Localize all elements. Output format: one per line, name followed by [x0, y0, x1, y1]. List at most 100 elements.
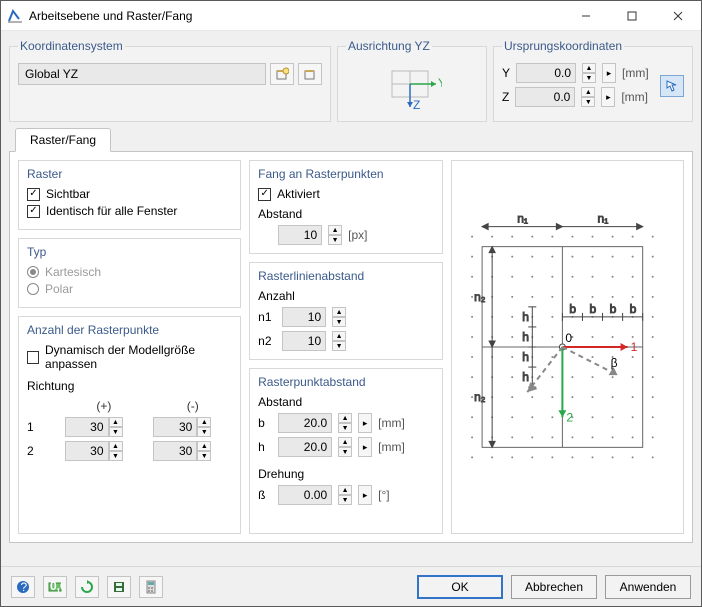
b-value[interactable]: [278, 413, 332, 433]
pick-origin-button[interactable]: [660, 75, 684, 97]
dir1-plus-value[interactable]: [65, 417, 109, 437]
origin-y-up[interactable]: ▲: [582, 63, 596, 73]
h-value[interactable]: [278, 437, 332, 457]
close-button[interactable]: [655, 1, 701, 31]
calculator-button[interactable]: [139, 576, 163, 598]
gridpoint-spacing-legend: Rasterpunktabstand: [258, 375, 434, 389]
svg-text:n₁: n₁: [598, 212, 609, 226]
origin-row-y: Y ▲▼ ▸ [mm]: [502, 63, 684, 83]
help-button[interactable]: ?: [11, 576, 35, 598]
snap-group: Fang an Rasterpunkten Aktiviert Abstand …: [249, 160, 443, 254]
origin-z-unit: [mm]: [621, 90, 648, 104]
ok-button[interactable]: OK: [417, 575, 503, 599]
apply-button[interactable]: Anwenden: [605, 575, 691, 599]
origin-y-step[interactable]: ▸: [602, 63, 616, 83]
origin-y-label: Y: [502, 66, 510, 80]
svg-text:n₂: n₂: [474, 290, 486, 304]
radio-icon: [27, 283, 39, 295]
maximize-button[interactable]: [609, 1, 655, 31]
coord-new-button[interactable]: [270, 63, 294, 85]
type-polar-radio: Polar: [27, 282, 232, 296]
save-button[interactable]: [107, 576, 131, 598]
coordinate-system-value[interactable]: [18, 63, 266, 85]
svg-text:h: h: [522, 350, 529, 364]
coordinate-system-legend: Koordinatensystem: [18, 39, 125, 53]
orientation-diagram: Y Z: [382, 63, 442, 113]
minimize-button[interactable]: [563, 1, 609, 31]
direction-minus-header: (-): [153, 399, 232, 413]
svg-text:b: b: [590, 302, 597, 316]
origin-z-up[interactable]: ▲: [581, 87, 595, 97]
origin-z-down[interactable]: ▼: [581, 97, 595, 107]
beta-label: ß: [258, 488, 272, 502]
svg-text:n₂: n₂: [474, 390, 486, 404]
tab-raster-fang[interactable]: Raster/Fang: [15, 128, 111, 152]
origin-legend: Ursprungskoordinaten: [502, 39, 624, 53]
origin-y-value[interactable]: [516, 63, 576, 83]
orientation-group: Ausrichtung YZ Y Z: [337, 39, 487, 122]
dir2-plus-value[interactable]: [65, 441, 109, 461]
origin-group: Ursprungskoordinaten Y ▲▼ ▸ [mm] Z ▲▼ ▸ …: [493, 39, 693, 122]
raster-group: Raster Sichtbar Identisch für alle Fenst…: [18, 160, 241, 230]
beta-unit: [°]: [378, 488, 389, 502]
raster-identical-checkbox[interactable]: Identisch für alle Fenster: [27, 204, 232, 218]
b-unit: [mm]: [378, 416, 405, 430]
gridpoint-count-group: Anzahl der Rasterpunkte Dynamisch der Mo…: [18, 316, 241, 534]
svg-text:b: b: [570, 302, 577, 316]
origin-row-z: Z ▲▼ ▸ [mm]: [502, 87, 684, 107]
dynamic-size-checkbox[interactable]: Dynamisch der Modellgröße anpassen: [27, 343, 232, 371]
n2-label: n2: [258, 334, 276, 348]
beta-value[interactable]: [278, 485, 332, 505]
gridline-spacing-legend: Rasterlinienabstand: [258, 269, 434, 283]
svg-text:?: ?: [21, 580, 28, 594]
rotation-label: Drehung: [258, 467, 434, 481]
direction-label: Richtung: [27, 379, 232, 393]
raster-visible-checkbox[interactable]: Sichtbar: [27, 187, 232, 201]
h-label: h: [258, 440, 272, 454]
gridpoint-spacing-group: Rasterpunktabstand Abstand b ▲▼ ▸ [mm] h: [249, 368, 443, 534]
svg-text:h: h: [522, 370, 529, 384]
gridpoint-count-legend: Anzahl der Rasterpunkte: [27, 323, 232, 337]
svg-text:Y: Y: [438, 76, 442, 90]
check-icon: [27, 205, 40, 218]
svg-text:0,00: 0,00: [50, 580, 62, 593]
snap-distance-value[interactable]: [278, 225, 322, 245]
coord-library-button[interactable]: [298, 63, 322, 85]
coordinate-system-group: Koordinatensystem: [9, 39, 331, 122]
svg-text:Z: Z: [413, 98, 420, 112]
reset-button[interactable]: [75, 576, 99, 598]
origin-y-down[interactable]: ▼: [582, 73, 596, 83]
spacing-distance-label: Abstand: [258, 395, 434, 409]
origin-z-value[interactable]: [515, 87, 575, 107]
svg-text:0: 0: [566, 331, 573, 345]
direction-2-label: 2: [27, 444, 55, 458]
dialog-window: Arbeitsebene und Raster/Fang Koordinaten…: [0, 0, 702, 607]
snap-enabled-checkbox[interactable]: Aktiviert: [258, 187, 434, 201]
cancel-button[interactable]: Abbrechen: [511, 575, 597, 599]
origin-z-step[interactable]: ▸: [601, 87, 615, 107]
svg-text:n₁: n₁: [517, 212, 528, 226]
svg-text:b: b: [630, 302, 637, 316]
dir1-minus-value[interactable]: [153, 417, 197, 437]
n2-value[interactable]: [282, 331, 326, 351]
origin-z-label: Z: [502, 90, 509, 104]
raster-legend: Raster: [27, 167, 232, 181]
origin-y-unit: [mm]: [622, 66, 649, 80]
snap-distance-label: Abstand: [258, 207, 434, 221]
app-icon: [7, 8, 23, 24]
svg-text:h: h: [522, 310, 529, 324]
window-title: Arbeitsebene und Raster/Fang: [29, 9, 563, 23]
check-icon: [27, 188, 40, 201]
titlebar: Arbeitsebene und Raster/Fang: [1, 1, 701, 31]
n1-label: n1: [258, 310, 276, 324]
dir2-minus-value[interactable]: [153, 441, 197, 461]
units-button[interactable]: 0,00: [43, 576, 67, 598]
type-group: Typ Kartesisch Polar: [18, 238, 241, 308]
snap-distance-unit: [px]: [348, 228, 367, 242]
svg-text:β: β: [611, 356, 618, 370]
b-label: b: [258, 416, 272, 430]
check-icon: [258, 188, 271, 201]
svg-text:2: 2: [567, 410, 574, 424]
n1-value[interactable]: [282, 307, 326, 327]
direction-1-label: 1: [27, 420, 55, 434]
